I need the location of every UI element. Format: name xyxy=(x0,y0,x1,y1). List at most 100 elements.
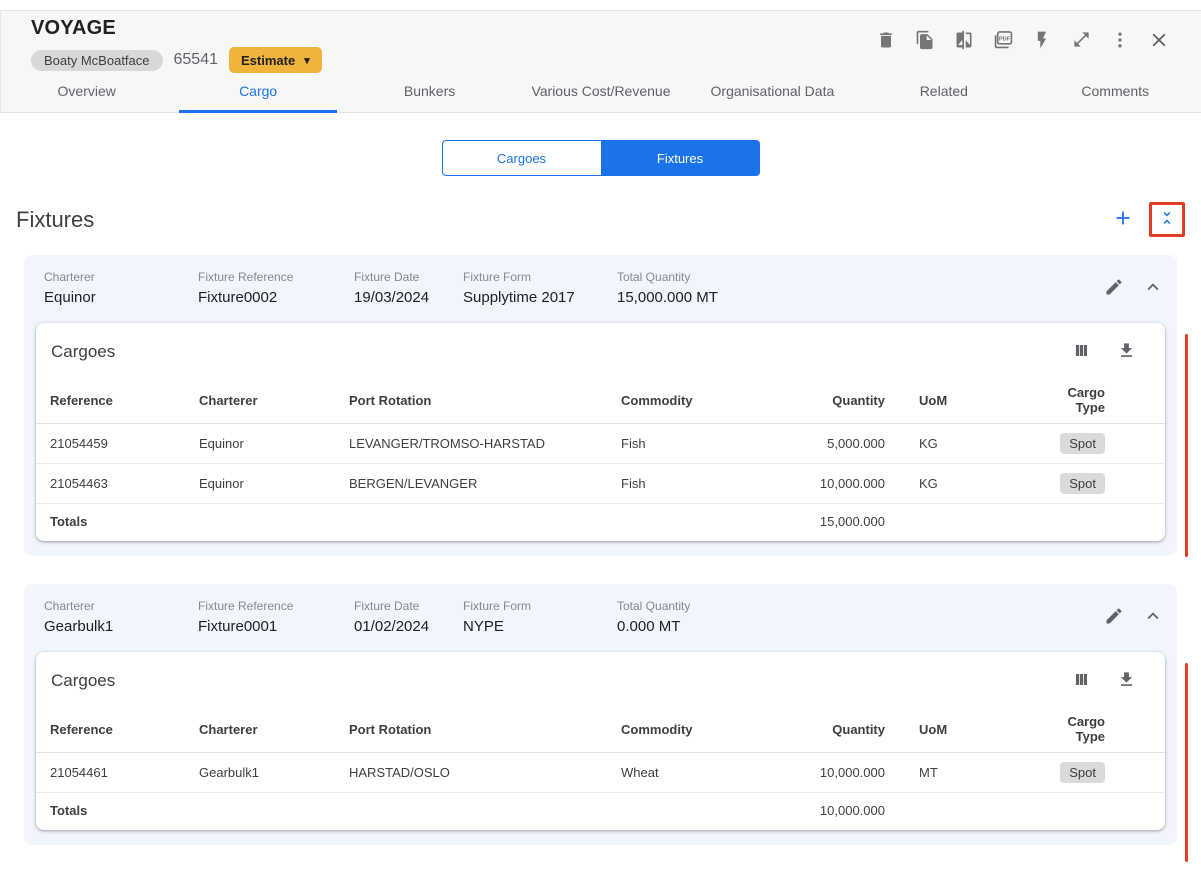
cargoes-panel-title: Cargoes xyxy=(51,671,116,690)
cargo-port-rotation: LEVANGER/TROMSO-HARSTAD xyxy=(349,423,621,464)
tab-comments[interactable]: Comments xyxy=(1030,72,1201,112)
cargo-type-badge: Spot xyxy=(1060,433,1105,454)
open-in-full-icon xyxy=(1072,30,1091,52)
cargoes-panel: Cargoes Reference Charterer Port Rotatio… xyxy=(36,323,1165,541)
cargoes-table: Reference Charterer Port Rotation Commod… xyxy=(36,705,1165,829)
cargo-uom: MT xyxy=(885,752,1040,793)
download-button[interactable] xyxy=(1114,669,1138,693)
cargo-charterer: Equinor xyxy=(199,423,349,464)
totals-row: Totals 15,000.000 xyxy=(36,504,1165,541)
column-header: Cargo Type xyxy=(1040,705,1165,753)
copy-button[interactable] xyxy=(913,29,937,53)
collapse-fixture-button[interactable] xyxy=(1141,276,1165,300)
collapse-all-icon xyxy=(1158,209,1176,230)
chevron-up-icon xyxy=(1142,276,1164,301)
cargo-row: 21054463 Equinor BERGEN/LEVANGER Fish 10… xyxy=(36,463,1165,504)
chevron-up-icon xyxy=(1142,605,1164,630)
pencil-icon xyxy=(1104,277,1124,300)
column-header: Commodity xyxy=(621,705,751,753)
cargo-quantity: 5,000.000 xyxy=(751,423,885,464)
column-header: Cargo Type xyxy=(1040,376,1165,424)
totals-quantity: 10,000.000 xyxy=(819,803,885,818)
totals-quantity: 15,000.000 xyxy=(819,514,885,529)
toggle-cargoes[interactable]: Cargoes xyxy=(441,140,601,176)
plus-icon xyxy=(1112,207,1134,232)
caret-down-icon: ▾ xyxy=(304,54,310,67)
download-icon xyxy=(1117,341,1136,363)
svg-text:PDF: PDF xyxy=(999,36,1011,42)
column-header: Reference xyxy=(36,376,199,424)
field-label: Fixture Reference xyxy=(198,270,294,284)
highlight-red-line xyxy=(1185,334,1188,557)
fixtures-section-title: Fixtures xyxy=(16,206,95,232)
toggle-fixtures[interactable]: Fixtures xyxy=(600,140,760,176)
cargoes-table: Reference Charterer Port Rotation Commod… xyxy=(36,376,1165,540)
field-value: Gearbulk1 xyxy=(44,618,114,635)
field-label: Fixture Reference xyxy=(198,599,294,613)
totals-row: Totals 10,000.000 xyxy=(36,793,1165,830)
tab-organisational-data[interactable]: Organisational Data xyxy=(687,72,858,112)
field-value: NYPE xyxy=(463,618,504,635)
field-label: Charterer xyxy=(44,270,95,284)
totals-label: Totals xyxy=(50,803,88,818)
cargoes-table-header: Reference Charterer Port Rotation Commod… xyxy=(36,705,1165,753)
pdf-export-button[interactable]: PDF xyxy=(991,29,1015,53)
bolt-icon xyxy=(1032,30,1052,53)
pencil-icon xyxy=(1104,606,1124,629)
view-columns-icon xyxy=(1072,670,1091,692)
tab-various-cost-revenue[interactable]: Various Cost/Revenue xyxy=(515,72,686,112)
field-value: Fixture0002 xyxy=(198,289,278,306)
voyage-window: VOYAGE Boaty McBoatface 65541 Estimate ▾… xyxy=(0,0,1201,874)
cargo-reference: 21054459 xyxy=(36,423,199,464)
tab-cargo[interactable]: Cargo xyxy=(172,72,343,113)
copy-icon xyxy=(915,30,935,53)
column-header: Charterer xyxy=(199,705,349,753)
collapse-all-button[interactable] xyxy=(1149,202,1185,237)
cargo-reference: 21054461 xyxy=(36,752,199,793)
edit-fixture-button[interactable] xyxy=(1102,276,1126,300)
close-button[interactable] xyxy=(1147,29,1171,53)
edit-fixture-button[interactable] xyxy=(1102,605,1126,629)
quick-action-button[interactable] xyxy=(1030,29,1054,53)
close-icon xyxy=(1148,29,1170,54)
cargo-type-badge: Spot xyxy=(1060,473,1105,494)
estimate-label: Estimate xyxy=(241,52,296,68)
field-value: Equinor xyxy=(44,289,96,306)
column-header: Commodity xyxy=(621,376,751,424)
vessel-chip: Boaty McBoatface xyxy=(31,49,163,71)
cargo-port-rotation: HARSTAD/OSLO xyxy=(349,752,621,793)
more-menu-button[interactable] xyxy=(1108,29,1132,53)
column-settings-button[interactable] xyxy=(1069,340,1093,364)
field-label: Fixture Date xyxy=(354,270,420,284)
cargo-quantity: 10,000.000 xyxy=(751,752,885,793)
column-header: Port Rotation xyxy=(349,376,621,424)
page-title: VOYAGE xyxy=(31,17,116,39)
voyage-number: 65541 xyxy=(173,51,219,68)
cargo-commodity: Fish xyxy=(621,463,751,504)
field-value: 15,000.000 MT xyxy=(617,289,718,306)
add-fixture-button[interactable] xyxy=(1110,207,1136,233)
column-header: UoM xyxy=(885,705,1040,753)
collapse-fixture-button[interactable] xyxy=(1141,605,1165,629)
tab-overview[interactable]: Overview xyxy=(1,72,172,112)
delete-button[interactable] xyxy=(874,29,898,53)
column-header: Port Rotation xyxy=(349,705,621,753)
download-button[interactable] xyxy=(1114,340,1138,364)
tab-related[interactable]: Related xyxy=(858,72,1029,112)
totals-label: Totals xyxy=(50,514,88,529)
compare-button[interactable] xyxy=(952,29,976,53)
cargoes-panel-title: Cargoes xyxy=(51,342,116,361)
field-value: 0.000 MT xyxy=(617,618,681,635)
field-label: Total Quantity xyxy=(617,270,691,284)
expand-button[interactable] xyxy=(1069,29,1093,53)
estimate-dropdown-button[interactable]: Estimate ▾ xyxy=(229,47,322,73)
column-settings-button[interactable] xyxy=(1069,669,1093,693)
field-value: 01/02/2024 xyxy=(354,618,430,635)
cargo-commodity: Fish xyxy=(621,423,751,464)
tab-bunkers[interactable]: Bunkers xyxy=(344,72,515,112)
voyage-tabs: Overview Cargo Bunkers Various Cost/Reve… xyxy=(1,72,1201,113)
cargo-quantity: 10,000.000 xyxy=(751,463,885,504)
cargo-uom: KG xyxy=(885,423,1040,464)
cargoes-fixtures-toggle: Cargoes Fixtures xyxy=(0,140,1201,176)
cargo-row: 21054461 Gearbulk1 HARSTAD/OSLO Wheat 10… xyxy=(36,752,1165,793)
